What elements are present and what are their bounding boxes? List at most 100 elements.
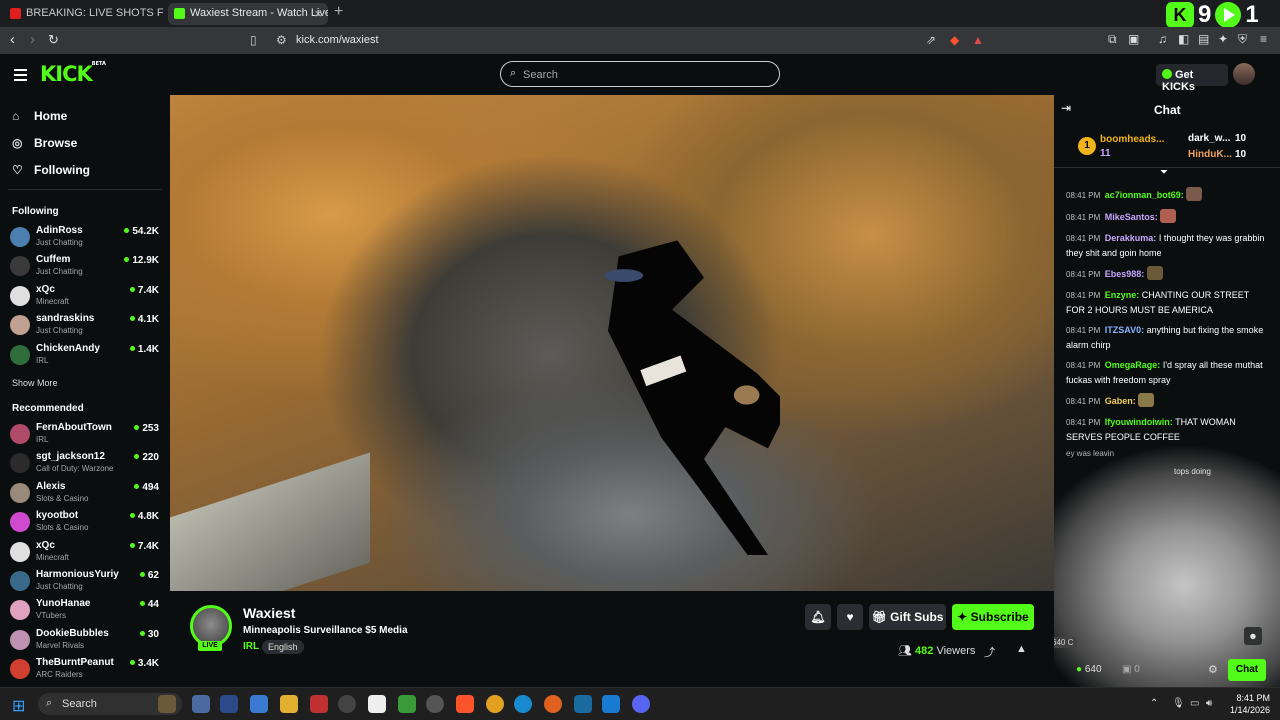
channel-name: kyootbot: [36, 510, 79, 522]
chrome-icon[interactable]: [486, 695, 504, 713]
recommended-channel-item[interactable]: DookieBubbles Marvel Rivals 30: [10, 627, 162, 655]
expand-pinned-icon[interactable]: ⏷: [1160, 167, 1168, 178]
message-username[interactable]: Derakkuma:: [1105, 233, 1157, 243]
user-avatar[interactable]: [1233, 63, 1255, 85]
recommended-channel-item[interactable]: kyootbot Slots & Casino 4.8K: [10, 509, 162, 537]
app-icon-3[interactable]: [250, 695, 268, 713]
recommended-channel-item[interactable]: sgt_jackson12 Call of Duty: Warzone 220: [10, 450, 162, 478]
bookmark-icon[interactable]: ▯: [250, 33, 257, 47]
app-icon-4[interactable]: [310, 695, 328, 713]
channel-viewers: 12.9K: [124, 255, 159, 266]
search-input[interactable]: ⌕ Search: [500, 61, 780, 87]
recommended-channel-item[interactable]: YunoHanae VTubers 44: [10, 597, 162, 625]
microphone-icon[interactable]: 🎙︎: [1172, 698, 1185, 709]
recommended-channel-item[interactable]: TheBurntPeanut ARC Raiders 3.4K: [10, 656, 162, 684]
brave-shields-icon[interactable]: ◆: [950, 33, 959, 47]
report-icon[interactable]: ▲: [1016, 643, 1027, 655]
wallet2-icon[interactable]: ▤: [1198, 32, 1209, 46]
message-username[interactable]: Ebes988:: [1105, 269, 1145, 279]
message-username[interactable]: Ifyouwindoiwin:: [1105, 417, 1173, 427]
following-channel-item[interactable]: ChickenAndy IRL 1.4K: [10, 342, 162, 370]
url-field[interactable]: kick.com/waxiest: [296, 34, 379, 46]
windows-start-icon[interactable]: ⊞: [12, 696, 25, 716]
video-player[interactable]: [170, 95, 1054, 591]
following-channel-item[interactable]: AdinRoss Just Chatting 54.2K: [10, 224, 162, 252]
show-more-link[interactable]: Show More: [12, 378, 58, 388]
app-icon-1[interactable]: [192, 695, 210, 713]
kick-logo[interactable]: KICKBETA: [40, 61, 106, 86]
new-tab-button[interactable]: +: [334, 3, 343, 21]
stream-info: LIVE Waxiest Minneapolis Surveillance $5…: [170, 591, 1054, 687]
subscribe-button[interactable]: ✦ Subscribe: [952, 604, 1034, 630]
message-username[interactable]: Enzyne:: [1105, 290, 1140, 300]
message-username[interactable]: MikeSantos:: [1105, 212, 1158, 222]
hamburger-menu-icon[interactable]: [14, 69, 27, 84]
app-icon-6[interactable]: [368, 695, 386, 713]
extensions-icon[interactable]: ⧉: [1108, 32, 1117, 47]
music-icon[interactable]: ♫: [1158, 32, 1167, 46]
site-info-icon[interactable]: ⚙: [276, 33, 287, 47]
following-channel-item[interactable]: sandraskins Just Chatting 4.1K: [10, 312, 162, 340]
sidebar-item-browse[interactable]: ◎ Browse: [12, 136, 77, 150]
wallet-icon[interactable]: ▣: [1128, 32, 1139, 46]
recommended-channel-item[interactable]: HarmoniousYuriy Just Chatting 62: [10, 568, 162, 596]
top-gifter-name[interactable]: boomheads...: [1100, 134, 1164, 145]
recommended-channel-item[interactable]: xQc Minecraft 7.4K: [10, 539, 162, 567]
sidebar-item-home[interactable]: ⌂ Home: [12, 109, 67, 123]
browser-tab-breaking[interactable]: BREAKING: LIVE SHOTS FIRED Amid: [4, 3, 164, 25]
message-username[interactable]: ac7ionman_bot69:: [1105, 190, 1184, 200]
following-channel-item[interactable]: xQc Minecraft 7.4K: [10, 283, 162, 311]
share-icon[interactable]: ⤴: [984, 644, 995, 660]
following-channel-item[interactable]: Cuffem Just Chatting 12.9K: [10, 253, 162, 281]
menu-icon[interactable]: ≡: [1260, 32, 1267, 46]
file-explorer-icon[interactable]: [280, 695, 298, 713]
app-icon-9[interactable]: [574, 695, 592, 713]
reload-icon[interactable]: ↻: [48, 32, 59, 48]
app-icon-5[interactable]: [338, 695, 356, 713]
get-kicks-button[interactable]: Get KICKs: [1156, 64, 1228, 93]
sidebar-item-following[interactable]: ♡ Following: [12, 163, 90, 177]
gift-subs-button[interactable]: 🎁︎ Gift Subs: [869, 604, 946, 630]
back-icon[interactable]: ‹: [10, 31, 15, 48]
channel-category: Just Chatting: [36, 238, 83, 247]
firefox-icon[interactable]: [544, 695, 562, 713]
gifter3-name[interactable]: HinduK...: [1188, 149, 1232, 160]
close-tab-icon[interactable]: ×: [314, 6, 322, 21]
share-icon[interactable]: ⇗: [926, 33, 936, 47]
network-icon[interactable]: ▭: [1190, 698, 1199, 709]
channel-category: Marvel Rivals: [36, 640, 85, 650]
vpn-icon[interactable]: ⛨: [1238, 32, 1247, 47]
brave-browser-icon[interactable]: [456, 695, 474, 713]
notification-bell-button[interactable]: 🔔︎: [805, 604, 831, 630]
app-icon-8[interactable]: [426, 695, 444, 713]
volume-icon[interactable]: 🔊︎: [1206, 698, 1212, 709]
leo-icon[interactable]: ✦: [1218, 32, 1228, 46]
collapse-chat-icon[interactable]: ⇥: [1061, 101, 1071, 115]
app-icon-2[interactable]: [220, 695, 238, 713]
sidebar-toggle-icon[interactable]: ◧: [1178, 32, 1189, 46]
language-tag[interactable]: English: [262, 640, 304, 654]
taskbar-clock[interactable]: 8:41 PM 1/14/2026: [1222, 692, 1270, 716]
kicks-balance[interactable]: ● 640: [1076, 664, 1102, 675]
chat-settings-icon[interactable]: ⚙: [1208, 663, 1218, 676]
edge-icon[interactable]: [514, 695, 532, 713]
browser-tab-waxiest[interactable]: Waxiest Stream - Watch Live ×: [168, 3, 328, 25]
forward-icon[interactable]: ›: [30, 31, 35, 48]
recommended-channel-item[interactable]: Alexis Slots & Casino 494: [10, 480, 162, 508]
streamer-name[interactable]: Waxiest: [243, 605, 295, 621]
emote-picker-icon[interactable]: ☻: [1244, 627, 1262, 645]
widgets-icon[interactable]: [158, 695, 176, 713]
message-username[interactable]: OmegaRage:: [1105, 360, 1161, 370]
gifter2-name[interactable]: dark_w...: [1188, 133, 1230, 144]
stream-category[interactable]: IRL: [243, 641, 259, 652]
brave-rewards-icon[interactable]: ▲: [972, 33, 984, 47]
chat-send-button[interactable]: Chat: [1228, 659, 1266, 681]
vscode-icon[interactable]: [602, 695, 620, 713]
recommended-channel-item[interactable]: FernAboutTown IRL 253: [10, 421, 162, 449]
discord-icon[interactable]: [632, 695, 650, 713]
message-username[interactable]: ITZSAV0:: [1105, 325, 1144, 335]
app-icon-7[interactable]: [398, 695, 416, 713]
follow-button[interactable]: ♥: [837, 604, 863, 630]
tray-chevron-icon[interactable]: ⌃: [1150, 698, 1158, 709]
message-username[interactable]: Gaben:: [1105, 396, 1136, 406]
